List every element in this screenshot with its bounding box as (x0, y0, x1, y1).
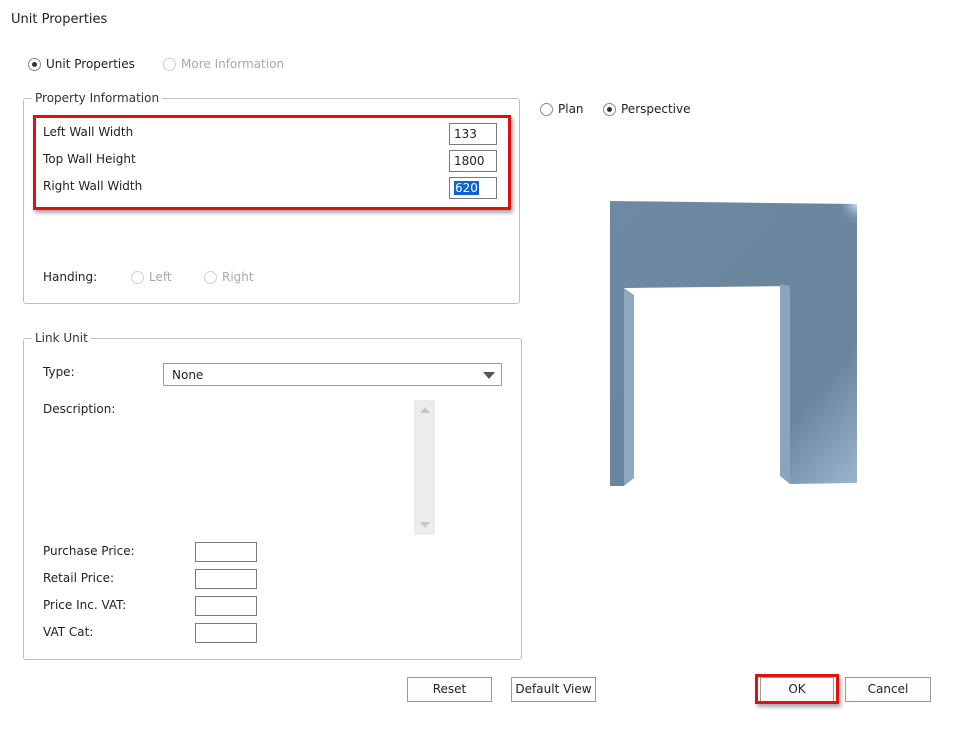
property-information-legend: Property Information (35, 91, 160, 105)
purchase-price-input[interactable] (195, 542, 257, 562)
left-leg-side (624, 288, 634, 486)
description-label: Description: (43, 402, 116, 416)
radio-dot (163, 57, 176, 71)
unit-properties-radio-label: Unit Properties (46, 57, 135, 71)
more-information-radio[interactable]: More Information (163, 57, 284, 71)
unit-properties-radio[interactable]: Unit Properties (28, 57, 135, 71)
reset-button[interactable]: Reset (407, 677, 492, 702)
handing-left-label: Left (149, 270, 172, 284)
default-view-button[interactable]: Default View (511, 677, 596, 702)
radio-dot (540, 102, 553, 116)
radio-dot (28, 57, 41, 71)
more-information-radio-label: More Information (181, 57, 285, 71)
handing-right-radio[interactable]: Right (204, 270, 254, 284)
radio-dot (603, 102, 616, 116)
unit-3d-preview[interactable] (600, 195, 865, 495)
retail-price-label: Retail Price: (43, 571, 115, 585)
type-select[interactable]: None (163, 363, 502, 386)
radio-dot (131, 270, 144, 284)
description-scrollbar[interactable] (414, 400, 435, 535)
vat-cat-label: VAT Cat: (43, 625, 94, 639)
perspective-radio[interactable]: Perspective (603, 102, 691, 116)
plan-radio-label: Plan (558, 102, 584, 116)
cancel-button[interactable]: Cancel (845, 677, 931, 702)
type-label: Type: (43, 365, 75, 379)
handing-label: Handing: (43, 270, 98, 284)
link-unit-legend: Link Unit (35, 331, 88, 345)
scroll-up-icon[interactable] (420, 407, 430, 413)
door-opening (634, 293, 780, 478)
purchase-price-label: Purchase Price: (43, 544, 135, 558)
price-inc-vat-label: Price Inc. VAT: (43, 598, 127, 612)
plan-radio[interactable]: Plan (540, 102, 584, 116)
radio-dot (204, 270, 217, 284)
ok-highlight-frame (755, 674, 839, 704)
retail-price-input[interactable] (195, 569, 257, 589)
window-title: Unit Properties (11, 12, 108, 27)
chevron-down-icon (483, 372, 495, 379)
perspective-radio-label: Perspective (621, 102, 691, 116)
handing-left-radio[interactable]: Left (131, 270, 172, 284)
scroll-down-icon[interactable] (420, 522, 430, 528)
highlight-frame (33, 115, 511, 210)
right-leg-side (780, 284, 790, 484)
frame-highlight (780, 204, 857, 284)
type-select-value: None (172, 368, 204, 382)
vat-cat-input[interactable] (195, 623, 257, 643)
price-inc-vat-input[interactable] (195, 596, 257, 616)
handing-right-label: Right (222, 270, 254, 284)
